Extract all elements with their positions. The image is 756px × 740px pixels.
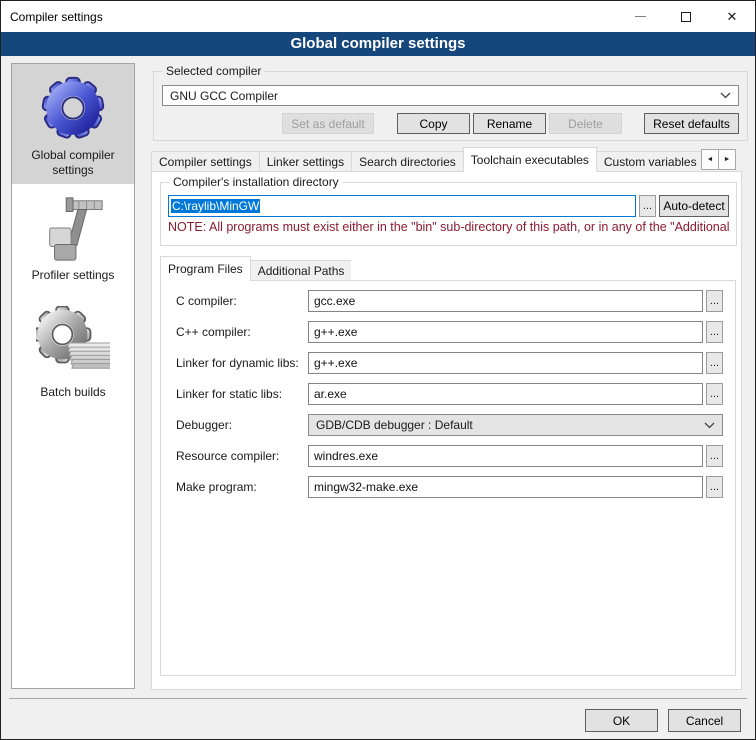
install-dir-selected-text: C:\raylib\MinGW <box>171 199 260 213</box>
debugger-select[interactable]: GDB/CDB debugger : Default <box>308 414 723 436</box>
field-row-resource-compiler: Resource compiler: ... <box>176 445 723 467</box>
sidebar-item-batch-builds[interactable]: Batch builds <box>12 297 134 413</box>
field-row-c-compiler: C compiler: ... <box>176 290 723 312</box>
footer-separator <box>9 698 747 699</box>
tab-compiler-settings[interactable]: Compiler settings <box>151 151 260 172</box>
selected-compiler-group: Selected compiler GNU GCC Compiler Set a… <box>153 71 748 141</box>
field-label: C++ compiler: <box>176 325 308 339</box>
ok-button[interactable]: OK <box>585 709 658 732</box>
sidebar-item-label: Global compiler settings <box>15 148 131 178</box>
toolchain-executables-page: Compiler's installation directory C:\ray… <box>151 171 742 690</box>
gear-stack-icon <box>36 306 110 380</box>
program-files-page: C compiler: ... C++ compiler: ... Linker… <box>160 280 736 676</box>
c-compiler-input[interactable] <box>308 290 703 312</box>
make-program-input[interactable] <box>308 476 703 498</box>
install-dir-input[interactable]: C:\raylib\MinGW <box>168 195 636 217</box>
program-files-tabbar: Program Files Additional Paths <box>160 256 351 281</box>
install-dir-browse-button[interactable]: ... <box>639 195 656 217</box>
linker-dynamic-browse-button[interactable]: ... <box>706 352 723 374</box>
field-label: Linker for static libs: <box>176 387 308 401</box>
delete-button[interactable]: Delete <box>549 113 622 134</box>
tab-search-directories[interactable]: Search directories <box>351 151 464 172</box>
maximize-button[interactable] <box>663 1 709 32</box>
tab-scroll-right-button[interactable]: ► <box>718 149 736 170</box>
set-as-default-button[interactable]: Set as default <box>282 113 374 134</box>
sidebar-item-label: Batch builds <box>40 385 105 400</box>
caliper-icon <box>38 193 108 263</box>
compiler-select-value: GNU GCC Compiler <box>170 89 720 103</box>
selected-compiler-group-label: Selected compiler <box>162 64 265 79</box>
bin-subdirectory-note: NOTE: All programs must exist either in … <box>168 220 729 234</box>
chevron-down-icon <box>720 92 731 99</box>
close-icon: ✕ <box>727 10 738 23</box>
tab-custom-variables[interactable]: Custom variables <box>596 151 702 172</box>
sidebar-item-global-compiler-settings[interactable]: Global compiler settings <box>12 64 134 184</box>
minimize-icon <box>635 16 646 17</box>
linker-static-browse-button[interactable]: ... <box>706 383 723 405</box>
field-label: Debugger: <box>176 418 308 432</box>
rename-button[interactable]: Rename <box>473 113 546 134</box>
reset-defaults-button[interactable]: Reset defaults <box>644 113 739 134</box>
compiler-settings-dialog: Compiler settings ✕ Global compiler sett… <box>0 0 756 740</box>
linker-static-input[interactable] <box>308 383 703 405</box>
field-label: Linker for dynamic libs: <box>176 356 308 370</box>
tab-additional-paths[interactable]: Additional Paths <box>250 260 352 281</box>
copy-button[interactable]: Copy <box>397 113 470 134</box>
field-row-cpp-compiler: C++ compiler: ... <box>176 321 723 343</box>
field-label: C compiler: <box>176 294 308 308</box>
field-row-make-program: Make program: ... <box>176 476 723 498</box>
tab-linker-settings[interactable]: Linker settings <box>259 151 352 172</box>
blue-gear-icon <box>36 73 110 143</box>
installation-directory-group-label: Compiler's installation directory <box>169 175 343 190</box>
field-row-debugger: Debugger: GDB/CDB debugger : Default <box>176 414 723 436</box>
auto-detect-button[interactable]: Auto-detect <box>659 195 729 217</box>
tab-program-files[interactable]: Program Files <box>160 256 251 281</box>
close-button[interactable]: ✕ <box>709 1 755 32</box>
compiler-settings-tabbar: Compiler settings Linker settings Search… <box>151 147 702 172</box>
minimize-button[interactable] <box>617 1 663 32</box>
field-row-linker-dynamic: Linker for dynamic libs: ... <box>176 352 723 374</box>
tab-scroll-buttons: ◄ ► <box>702 149 736 170</box>
maximize-icon <box>681 12 691 22</box>
compiler-select[interactable]: GNU GCC Compiler <box>162 85 739 106</box>
tab-toolchain-executables[interactable]: Toolchain executables <box>463 147 597 172</box>
field-label: Make program: <box>176 480 308 494</box>
cpp-compiler-browse-button[interactable]: ... <box>706 321 723 343</box>
resource-compiler-input[interactable] <box>308 445 703 467</box>
c-compiler-browse-button[interactable]: ... <box>706 290 723 312</box>
sidebar-item-label: Profiler settings <box>32 268 115 283</box>
field-row-linker-static: Linker for static libs: ... <box>176 383 723 405</box>
cpp-compiler-input[interactable] <box>308 321 703 343</box>
title-bar: Compiler settings ✕ <box>1 1 755 32</box>
sidebar-item-profiler-settings[interactable]: Profiler settings <box>12 184 134 297</box>
make-program-browse-button[interactable]: ... <box>706 476 723 498</box>
window-title: Compiler settings <box>10 10 617 24</box>
arrow-left-icon: ◄ <box>707 156 714 163</box>
chevron-down-icon <box>704 422 715 429</box>
resource-compiler-browse-button[interactable]: ... <box>706 445 723 467</box>
settings-category-list: Global compiler settings Profiler settin… <box>11 63 135 689</box>
arrow-right-icon: ► <box>724 156 731 163</box>
linker-dynamic-input[interactable] <box>308 352 703 374</box>
debugger-select-value: GDB/CDB debugger : Default <box>316 418 704 432</box>
field-label: Resource compiler: <box>176 449 308 463</box>
installation-directory-group: Compiler's installation directory C:\ray… <box>160 182 737 246</box>
cancel-button[interactable]: Cancel <box>668 709 741 732</box>
page-title: Global compiler settings <box>1 32 755 56</box>
tab-scroll-left-button[interactable]: ◄ <box>701 149 719 170</box>
